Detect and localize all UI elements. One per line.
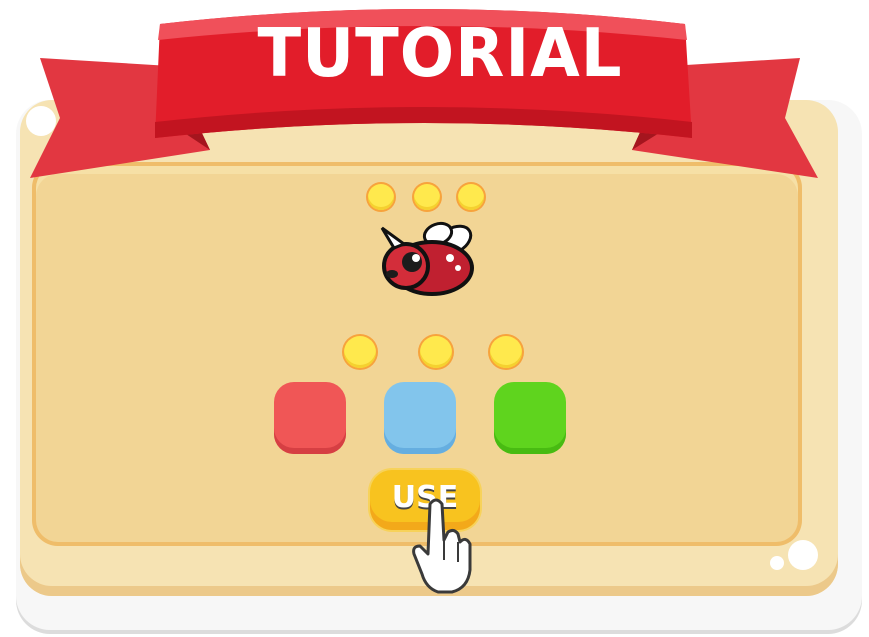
coin-icon — [368, 184, 394, 210]
pointing-hand-icon — [412, 498, 472, 594]
gloss-highlight — [788, 540, 818, 570]
red-bug-character-icon — [380, 221, 474, 296]
tutorial-screen: TUTORIAL USE — [0, 0, 869, 637]
green-color-tile[interactable] — [494, 382, 566, 454]
coin-icon — [490, 336, 522, 368]
gloss-highlight — [770, 556, 784, 570]
blue-color-tile[interactable] — [384, 382, 456, 454]
coin-icon — [414, 184, 440, 210]
coin-icon — [420, 336, 452, 368]
tutorial-title: TUTORIAL — [257, 15, 623, 93]
red-color-tile[interactable] — [274, 382, 346, 454]
coin-icon — [344, 336, 376, 368]
coin-icon — [458, 184, 484, 210]
